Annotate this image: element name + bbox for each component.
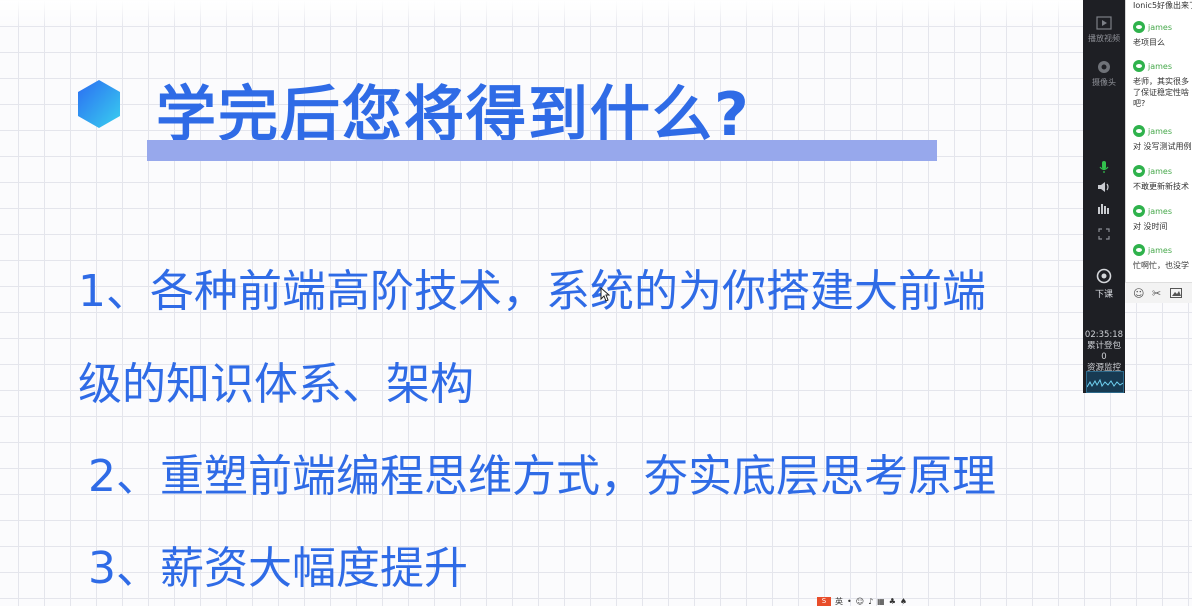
speaker-button[interactable] [1083,181,1125,193]
equalizer-icon [1098,204,1109,214]
slide-top-fade [0,0,1192,28]
chat-panel: Ionic5好像出来了 james 老项目么 james 老师，其实很多 了保证… [1125,0,1192,300]
emoji-icon[interactable]: ☺ [1133,287,1144,300]
chat-top-text: Ionic5好像出来了 [1133,1,1192,10]
mouse-cursor-icon [600,287,610,302]
scissors-icon[interactable]: ✂ [1152,287,1161,300]
total-value: 0 [1101,352,1107,362]
wechat-icon [1133,205,1145,217]
microphone-button[interactable] [1083,160,1125,174]
chat-text: 老师，其实很多 了保证稳定性啥 吧? [1133,77,1189,108]
chat-username: james [1148,22,1173,32]
slide-canvas: 学完后您将得到什么? 1、各种前端高阶技术，系统的为你搭建大前端 级的知识体系、… [0,0,1192,606]
wechat-icon [1133,125,1145,137]
play-video-icon [1096,16,1112,30]
skin-icon[interactable]: ♣ [889,597,896,606]
session-timer: 02:35:18 累计登包 0 资源监控 [1083,330,1125,374]
chat-username: james [1148,126,1173,136]
punctuation-icon[interactable]: • [847,597,852,606]
chat-text: 忙啊忙，也没学 [1133,261,1189,270]
ime-language-label[interactable]: 英 [835,596,843,607]
chat-username: james [1148,61,1173,71]
waveform-icon [1086,378,1124,388]
leave-class-button[interactable]: 下课 [1083,268,1125,300]
wechat-icon [1133,244,1145,256]
emoji-ime-icon[interactable]: ☺ [856,597,864,606]
sogou-ime-icon[interactable]: S [817,597,831,606]
wechat-icon [1133,165,1145,177]
chat-text: 不敢更新新技术 [1133,182,1189,191]
camera-button[interactable]: 摄像头 [1083,60,1125,88]
image-icon[interactable] [1170,288,1182,298]
fullscreen-button[interactable] [1083,228,1125,240]
camera-icon [1098,61,1110,73]
chat-username: james [1148,166,1173,176]
title-underline [147,140,937,161]
chat-message: james 老师，其实很多 了保证稳定性啥 吧? [1133,60,1192,109]
chat-input-toolbar: ☺ ✂ [1125,282,1192,303]
camera-label: 摄像头 [1092,78,1116,87]
point-3: 3、薪资大幅度提升 [88,543,468,594]
chat-username: james [1148,245,1173,255]
ime-toolbar: S 英 • ☺ ♪ ▦ ♣ ♠ [817,597,967,606]
timer-value: 02:35:18 [1084,330,1124,340]
speaker-icon [1098,182,1109,192]
chat-message: james 对 没时间 [1133,205,1192,232]
volume-meter-button[interactable] [1083,202,1125,214]
hexagon-icon [78,80,120,128]
chat-message: james 老项目么 [1133,21,1192,48]
chat-text: 对 没写测试用例 [1133,142,1192,151]
point-2: 2、重塑前端编程思维方式，夯实底层思考原理 [88,451,996,502]
point-1-continued: 级的知识体系、架构 [78,359,474,410]
wechat-icon [1133,60,1145,72]
wechat-icon [1133,21,1145,33]
settings-ime-icon[interactable]: ♠ [900,597,907,606]
playback-button[interactable]: 播放视频 [1083,16,1125,44]
keyboard-icon[interactable]: ▦ [877,597,885,606]
chat-text: 老项目么 [1133,38,1165,47]
leave-class-label: 下课 [1094,290,1113,300]
chat-message: james 对 没写测试用例 [1133,125,1192,152]
chat-message: james 忙啊忙，也没学 [1133,244,1192,271]
mic-ime-icon[interactable]: ♪ [868,597,873,606]
chat-text: 对 没时间 [1133,222,1168,231]
playback-label: 播放视频 [1088,34,1120,43]
microphone-icon [1099,161,1109,173]
chat-username: james [1148,206,1173,216]
chat-message: james 不敢更新新技术 [1133,165,1192,192]
power-icon [1096,268,1112,284]
point-1: 1、各种前端高阶技术，系统的为你搭建大前端 [78,266,986,317]
expand-icon [1098,228,1110,240]
total-label: 累计登包 [1086,341,1121,351]
resource-monitor-graph [1086,371,1124,393]
